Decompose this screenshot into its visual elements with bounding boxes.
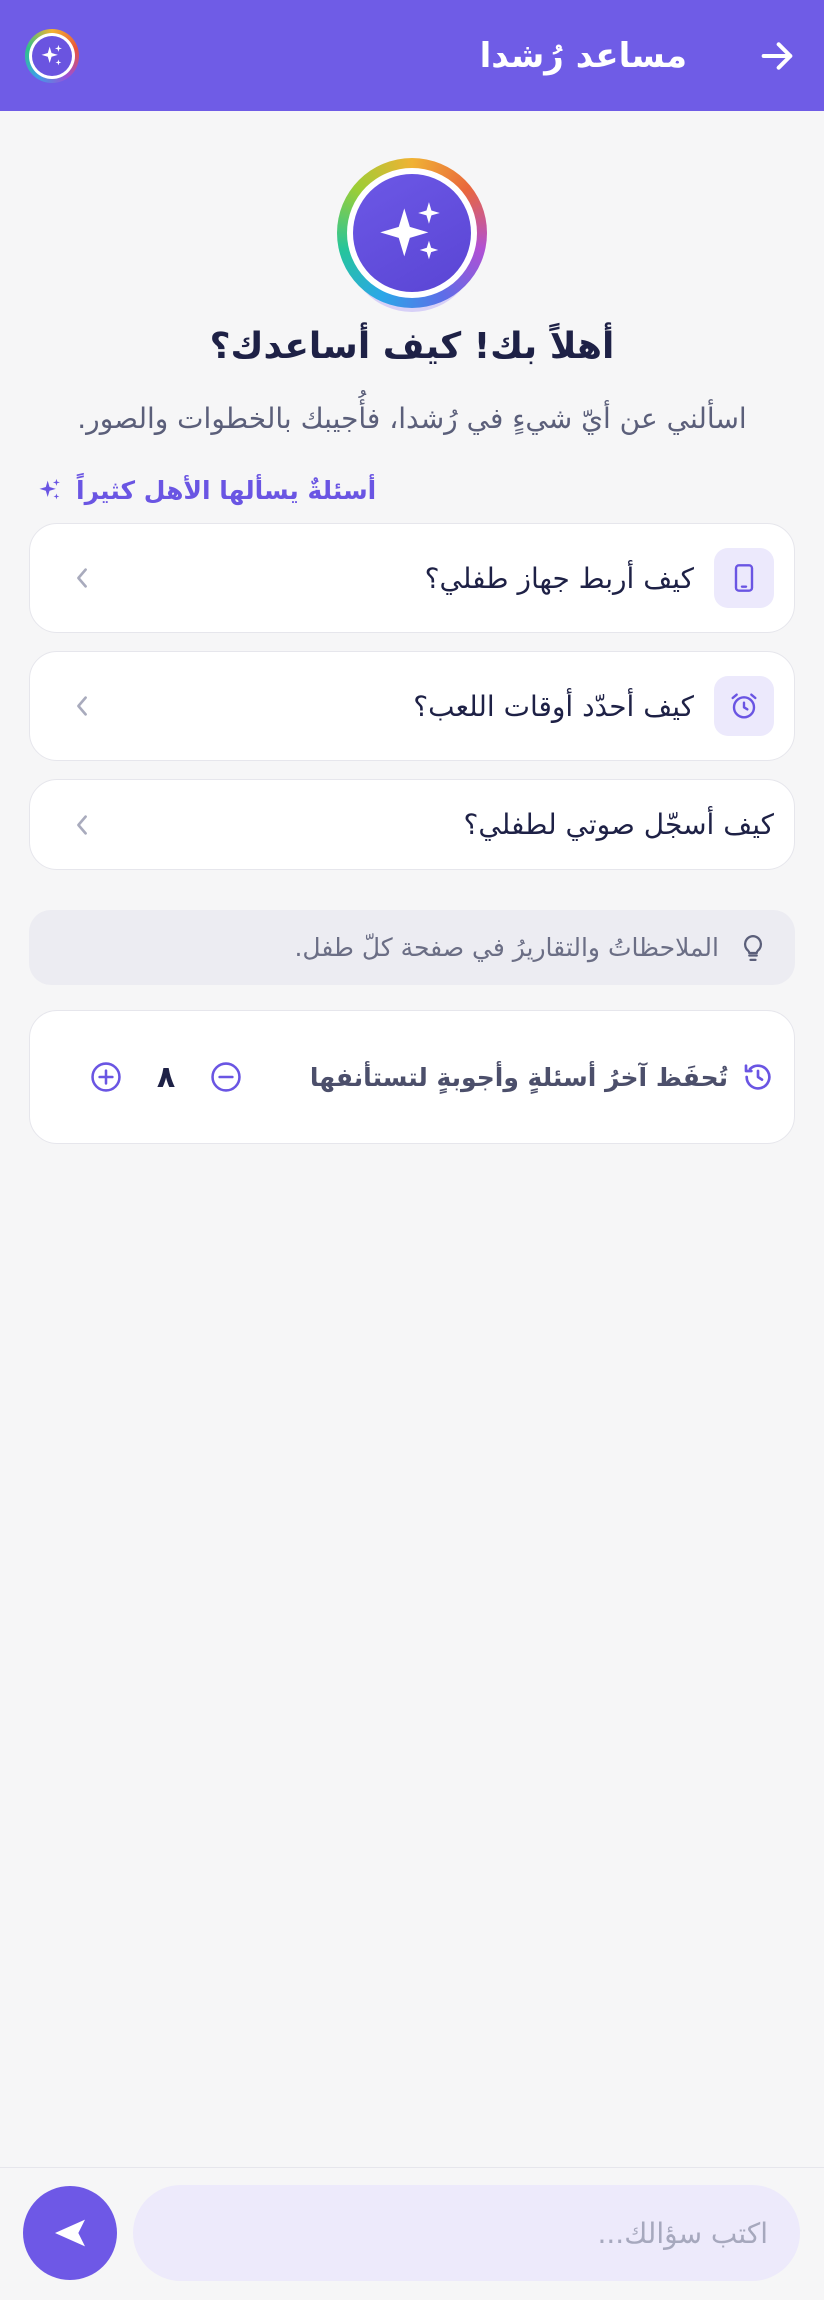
plus-circle-icon [91,1062,121,1092]
faq-item-label: كيف أحدّد أوقات اللعب؟ [413,689,694,723]
faq-item-record-voice[interactable]: كيف أسجّل صوتي لطفلي؟ [29,779,795,870]
history-count-stepper: ٨ [88,1059,244,1095]
send-button[interactable] [23,2186,117,2280]
question-input[interactable] [133,2185,800,2281]
faq-item-link-device[interactable]: كيف أربط جهاز طفلي؟ [29,523,795,633]
decrease-button[interactable] [208,1059,244,1095]
welcome-title: أهلاً بك! كيف أساعدك؟ [209,326,615,367]
composer-divider [0,2167,824,2168]
info-tip: الملاحظاتُ والتقاريرُ في صفحة كلّ طفل. [29,910,795,985]
history-text: تُحفَظ آخرُ أسئلةٍ وأجوبةٍ لتستأنفها [309,1062,728,1092]
assistant-avatar [25,28,79,83]
tablet-icon [714,548,774,608]
history-card: تُحفَظ آخرُ أسئلةٍ وأجوبةٍ لتستأنفها ٨ [29,1010,795,1144]
send-icon [55,2219,85,2247]
sparkles-icon [353,174,471,292]
history-count-value: ٨ [156,1059,176,1095]
history-icon [740,1059,776,1095]
chevron-left-icon [72,810,92,840]
assistant-hero-badge [337,158,487,318]
minus-circle-icon [211,1062,241,1092]
back-button[interactable] [755,34,799,78]
chevron-left-icon [72,563,92,593]
sparkles-icon [39,478,60,500]
chevron-left-icon [72,691,92,721]
faq-item-label: كيف أسجّل صوتي لطفلي؟ [463,808,775,841]
lightbulb-icon [735,930,771,966]
faq-item-playtime[interactable]: كيف أحدّد أوقات اللعب؟ [29,651,795,761]
faq-item-label: كيف أربط جهاز طفلي؟ [424,561,694,595]
arrow-right-icon [761,41,793,70]
sparkles-icon [32,35,72,76]
tip-text: الملاحظاتُ والتقاريرُ في صفحة كلّ طفل. [294,933,719,962]
increase-button[interactable] [88,1059,124,1095]
app-header: مساعد رُشدا [0,0,824,111]
faq-heading: أسئلةٌ يسألها الأهل كثيراً [36,470,376,510]
faq-heading-label: أسئلةٌ يسألها الأهل كثيراً [76,475,377,505]
alarm-clock-icon [714,676,774,736]
welcome-subtitle: اسألني عن أيّ شيءٍ في رُشدا، فأُجيبك بال… [77,402,747,435]
page-title: مساعد رُشدا [479,35,687,76]
